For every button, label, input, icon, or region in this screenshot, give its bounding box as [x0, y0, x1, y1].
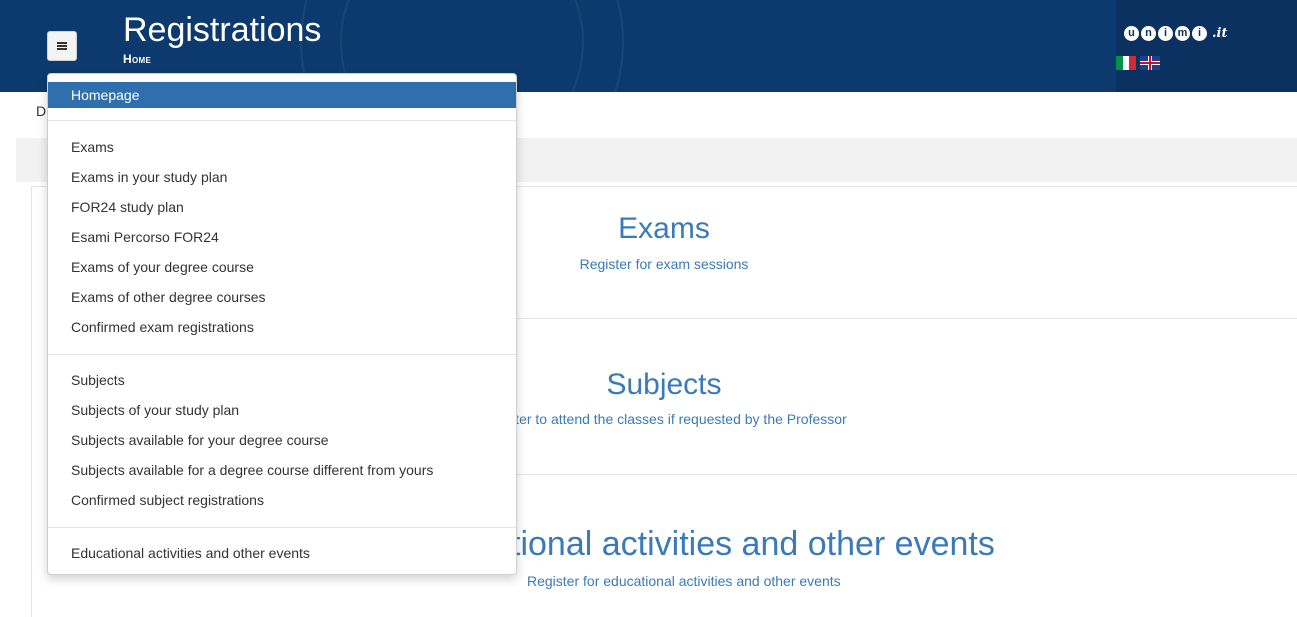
page-subtitle-home[interactable]: Home	[123, 52, 151, 66]
navigation-dropdown-menu: Homepage Exams Exams in your study plan …	[47, 73, 517, 575]
menu-item-educational-activities[interactable]: Educational activities and other events	[48, 540, 516, 566]
divider	[410, 318, 1297, 319]
hamburger-icon	[57, 41, 67, 51]
logo-tld: .it	[1212, 26, 1228, 41]
menu-item-for24-study-plan[interactable]: FOR24 study plan	[48, 194, 516, 220]
events-section-title[interactable]: tional activities and other events	[511, 527, 1297, 561]
unimi-logo[interactable]: u n i m i .it	[1124, 26, 1227, 41]
menu-item-homepage[interactable]: Homepage	[48, 82, 516, 108]
logo-area: u n i m i .it	[1116, 0, 1297, 92]
menu-item-subjects[interactable]: Subjects	[48, 367, 516, 393]
divider	[410, 474, 1297, 475]
menu-item-subjects-available-degree-course[interactable]: Subjects available for your degree cours…	[48, 427, 516, 453]
uk-flag-icon[interactable]	[1140, 56, 1160, 70]
logo-letter: i	[1158, 26, 1173, 41]
logo-letter: n	[1141, 26, 1156, 41]
menu-item-esami-percorso-for24[interactable]: Esami Percorso FOR24	[48, 224, 516, 250]
menu-item-confirmed-exam-registrations[interactable]: Confirmed exam registrations	[48, 314, 516, 340]
menu-divider	[48, 527, 516, 528]
menu-divider	[48, 120, 516, 121]
logo-letter: u	[1124, 26, 1139, 41]
menu-item-confirmed-subject-registrations[interactable]: Confirmed subject registrations	[48, 487, 516, 513]
menu-divider	[48, 354, 516, 355]
menu-item-exams-in-study-plan[interactable]: Exams in your study plan	[48, 164, 516, 190]
menu-item-subjects-of-study-plan[interactable]: Subjects of your study plan	[48, 397, 516, 423]
menu-item-subjects-other-degree-course[interactable]: Subjects available for a degree course d…	[48, 457, 516, 483]
menu-item-exams-of-degree-course[interactable]: Exams of your degree course	[48, 254, 516, 280]
breadcrumb[interactable]: D	[36, 103, 46, 119]
events-section-description[interactable]: Register for educational activities and …	[527, 573, 1297, 589]
italian-flag-icon[interactable]	[1116, 56, 1137, 70]
menu-item-exams[interactable]: Exams	[48, 134, 516, 160]
logo-letter: m	[1175, 26, 1190, 41]
logo-letter: i	[1192, 26, 1207, 41]
menu-toggle-button[interactable]	[47, 31, 77, 61]
menu-item-exams-other-degree-courses[interactable]: Exams of other degree courses	[48, 284, 516, 310]
page-title: Registrations	[123, 11, 322, 49]
